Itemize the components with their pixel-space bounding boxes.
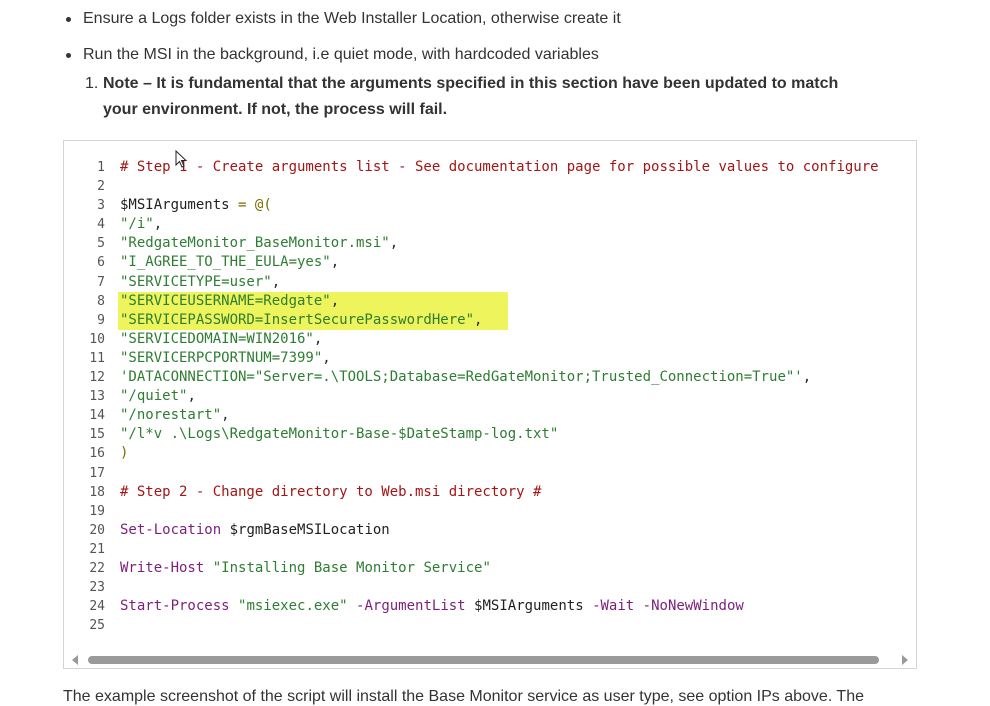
code-line: 15 "/l*v .\Logs\RedgateMonitor-Base-$Date… [64,425,916,444]
bullet-dot-icon [66,17,71,22]
code-line: 2 [64,177,916,196]
line-number: 23 [89,580,105,596]
line-number: 13 [89,389,105,405]
line-number: 22 [89,560,105,576]
mouse-cursor-icon [175,150,187,168]
code-lines: 1 # Step 1 - Create arguments list - See … [64,158,916,635]
code-line: 21 [64,540,916,559]
bullet-dot-icon [66,53,71,58]
code-line: 3 $MSIArguments = @( [64,196,916,215]
code-line: 14 "/norestart", [64,406,916,425]
code-line: 4 "/i", [64,215,916,234]
line-number: 20 [89,522,105,538]
line-number: 6 [97,255,105,271]
scrollbar-thumb[interactable] [88,656,879,664]
code-line: 11 "SERVICERPCPORTNUM=7399", [64,349,916,368]
line-number: 16 [89,446,105,462]
code-line: 25 [64,616,916,635]
line-number: 7 [97,274,105,290]
line-number: 17 [89,465,105,481]
code-line: 1 # Step 1 - Create arguments list - See … [64,158,916,177]
line-number: 10 [89,331,105,347]
line-number: 25 [89,618,105,634]
code-text: Write-Host "Installing Base Monitor Serv… [120,559,491,576]
line-number: 15 [89,427,105,443]
line-number: 19 [89,503,105,519]
code-text: "SERVICEDOMAIN=WIN2016", [120,330,323,347]
bullet-item-run-msi: Run the MSI in the background, i.e quiet… [66,45,599,65]
line-number: 9 [97,312,105,328]
line-number: 18 [89,484,105,500]
code-text: "SERVICERPCPORTNUM=7399", [120,349,331,366]
code-text: "/quiet", [120,388,196,405]
note-number: 1. [85,75,99,92]
code-line: 19 [64,502,916,521]
code-line: 20 Set-Location $rgmBaseMSILocation [64,521,916,540]
note-item: 1. Note – It is fundamental that the arg… [85,71,863,123]
line-number: 21 [89,541,105,557]
code-text: "/l*v .\Logs\RedgateMonitor-Base-$DateSt… [120,426,559,443]
code-text: "SERVICEUSERNAME=Redgate", [120,292,340,309]
code-line: 6 "I_AGREE_TO_THE_EULA=yes", [64,253,916,272]
code-text: Set-Location $rgmBaseMSILocation [120,521,390,538]
line-number: 12 [89,370,105,386]
bullet-text: Ensure a Logs folder exists in the Web I… [83,10,621,27]
code-text: 'DATACONNECTION="Server=.\TOOLS;Database… [120,369,812,386]
code-line: 16) [64,444,916,463]
code-text: "SERVICEPASSWORD=InsertSecurePasswordHer… [120,311,483,328]
code-text: "SERVICETYPE=user", [120,273,281,290]
code-text: "/norestart", [120,407,230,424]
code-line: 10 "SERVICEDOMAIN=WIN2016", [64,330,916,349]
line-number: 4 [97,217,105,233]
code-text: Start-Process "msiexec.exe" -ArgumentLis… [120,598,744,615]
line-number: 14 [89,408,105,424]
line-number: 5 [97,236,105,252]
line-number: 1 [97,160,105,175]
horizontal-scrollbar[interactable] [64,652,916,668]
note-text: Note – It is fundamental that the argume… [103,75,839,118]
bullet-text: Run the MSI in the background, i.e quiet… [83,46,599,63]
code-line: 12 'DATACONNECTION="Server=.\TOOLS;Databa… [64,368,916,387]
code-line: 5 "RedgateMonitor_BaseMonitor.msi", [64,234,916,253]
code-line: 9 "SERVICEPASSWORD=InsertSecurePasswordHe… [64,310,916,330]
code-line: 24 Start-Process "msiexec.exe" -ArgumentL… [64,597,916,616]
code-text: "/i", [120,216,163,233]
code-line: 8 "SERVICEUSERNAME=Redgate", [64,291,916,311]
code-line: 13 "/quiet", [64,387,916,406]
code-text: "RedgateMonitor_BaseMonitor.msi", [120,235,399,252]
code-text: # Step 1 - Create arguments list - See d… [120,159,879,175]
scroll-left-arrow-icon[interactable] [72,655,78,665]
line-number: 8 [97,293,105,309]
code-line: 17 [64,464,916,483]
code-text: ) [120,445,129,462]
line-number: 24 [89,599,105,615]
line-number: 3 [97,198,105,214]
code-line: 7 "SERVICETYPE=user", [64,273,916,292]
code-text: # Step 2 - Change directory to Web.msi d… [120,483,542,500]
line-number: 11 [89,350,105,366]
code-line: 18 # Step 2 - Change directory to Web.msi… [64,483,916,502]
code-block[interactable]: 1 # Step 1 - Create arguments list - See … [63,140,917,669]
bottom-paragraph: The example screenshot of the script wil… [63,688,864,705]
bullet-item-logs-folder: Ensure a Logs folder exists in the Web I… [66,9,621,29]
code-line: 23 [64,578,916,597]
scroll-right-arrow-icon[interactable] [902,655,908,665]
line-number: 2 [97,179,105,195]
code-text: $MSIArguments = @( [120,197,272,214]
code-text: "I_AGREE_TO_THE_EULA=yes", [120,254,340,271]
code-line: 22 Write-Host "Installing Base Monitor Se… [64,559,916,578]
